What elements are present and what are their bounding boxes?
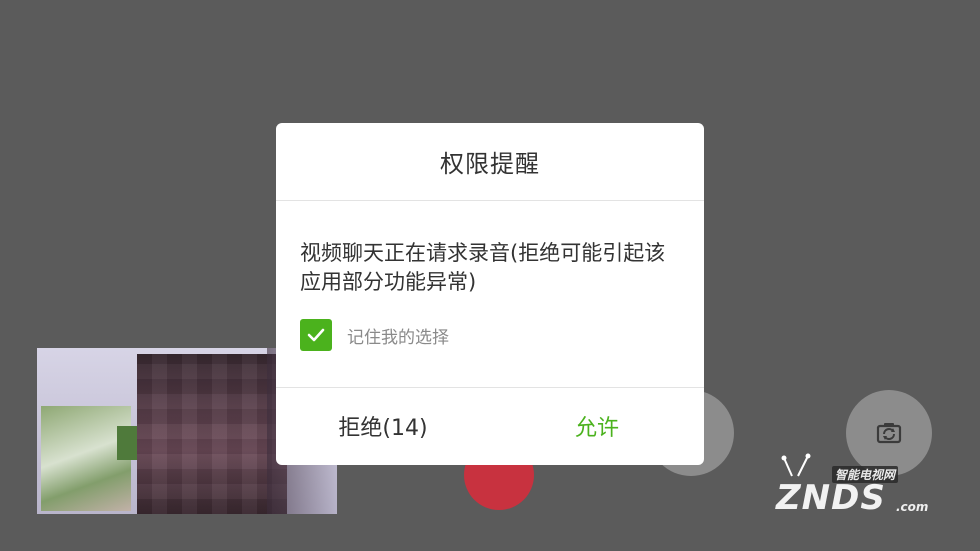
watermark-logo-text: ZNDS [776,478,886,518]
watermark-suffix: .com [896,500,929,514]
znds-watermark: 智能电视网 ZNDS .com [768,452,968,526]
dialog-buttons: 拒绝(14) 允许 [276,388,704,464]
remember-checkbox[interactable] [300,319,332,351]
remember-choice-label: 记住我的选择 [347,327,449,348]
dialog-message: 视频聊天正在请求录音(拒绝可能引起该应用部分功能异常) [300,241,666,294]
permission-dialog: 权限提醒 视频聊天正在请求录音(拒绝可能引起该应用部分功能异常) 记住我的选择 … [276,123,704,465]
check-icon [307,328,325,342]
reject-button[interactable]: 拒绝(14) [276,388,490,464]
dialog-title: 权限提醒 [276,123,704,201]
remember-choice-row[interactable]: 记住我的选择 [300,319,680,351]
pixelated-face [137,354,287,514]
dialog-body: 视频聊天正在请求录音(拒绝可能引起该应用部分功能异常) 记住我的选择 [276,201,704,388]
camera-switch-icon [876,423,902,444]
allow-button[interactable]: 允许 [490,388,704,464]
video-call-screen: 权限提醒 视频聊天正在请求录音(拒绝可能引起该应用部分功能异常) 记住我的选择 … [0,0,980,551]
